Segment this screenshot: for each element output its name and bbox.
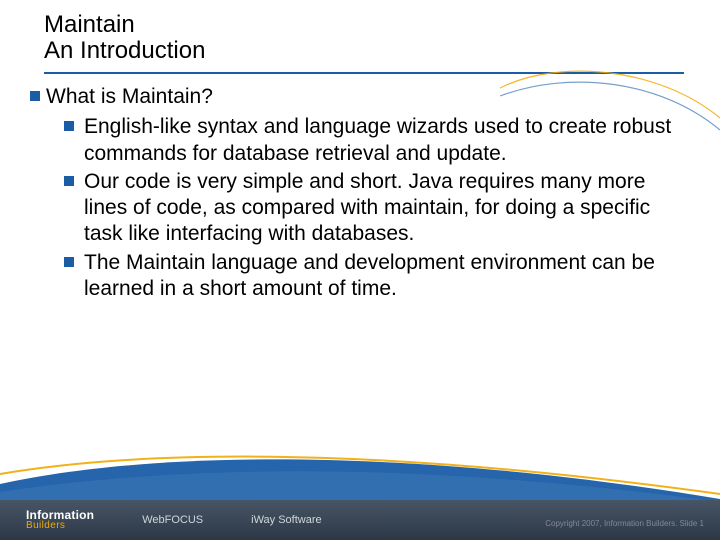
list-item-text: The Maintain language and development en… [84,250,690,303]
bullet-list: English-like syntax and language wizards… [64,114,690,302]
decorative-swoosh-bottom [0,444,720,504]
content-area: What is Maintain? English-like syntax an… [30,84,690,304]
heading-text: What is Maintain? [46,84,213,110]
slide-header: Maintain An Introduction [44,12,700,65]
heading-row: What is Maintain? [30,84,690,110]
footer-bar: Information Builders WebFOCUS iWay Softw… [0,500,720,540]
list-item: English-like syntax and language wizards… [64,114,690,167]
square-bullet-icon [64,121,74,131]
square-bullet-icon [30,91,40,101]
brand-information-builders: Information Builders [26,509,94,531]
footer: Information Builders WebFOCUS iWay Softw… [0,468,720,540]
title-line-1: Maintain [44,12,700,38]
brand-webfocus: WebFOCUS [142,514,203,526]
list-item-text: English-like syntax and language wizards… [84,114,690,167]
copyright-text: Copyright 2007, Information Builders. Sl… [545,519,704,528]
header-divider [44,72,684,74]
brand-bottom-text: Builders [26,521,94,531]
list-item-text: Our code is very simple and short. Java … [84,169,690,248]
square-bullet-icon [64,257,74,267]
square-bullet-icon [64,176,74,186]
list-item: Our code is very simple and short. Java … [64,169,690,248]
brand-iway: iWay Software [251,514,322,526]
list-item: The Maintain language and development en… [64,250,690,303]
slide: Maintain An Introduction What is Maintai… [0,0,720,540]
title-line-2: An Introduction [44,38,700,64]
